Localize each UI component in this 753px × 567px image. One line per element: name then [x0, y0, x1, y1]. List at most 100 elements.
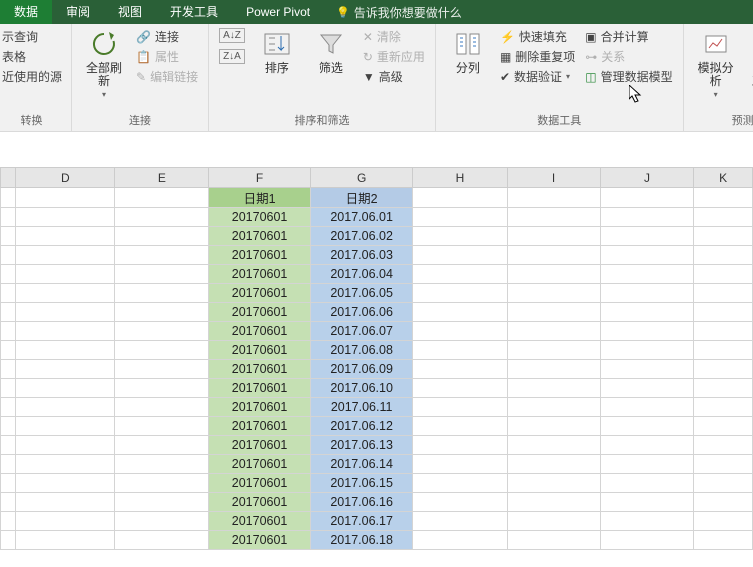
cell-f[interactable]: 20170601 [209, 360, 311, 379]
col-K[interactable]: K [694, 168, 753, 188]
table-row[interactable]: 201706012017.06.15 [1, 474, 753, 493]
validation-icon: ✔ [500, 68, 510, 86]
tell-me[interactable]: 💡 告诉我你想要做什么 [336, 4, 462, 21]
col-I[interactable]: I [507, 168, 600, 188]
table-row[interactable]: 201706012017.06.13 [1, 436, 753, 455]
col-F[interactable]: F [209, 168, 311, 188]
table-row[interactable]: 201706012017.06.17 [1, 512, 753, 531]
split-icon [452, 28, 484, 60]
header-g[interactable]: 日期2 [310, 188, 413, 208]
col-G[interactable]: G [310, 168, 413, 188]
table-row[interactable]: 201706012017.06.08 [1, 341, 753, 360]
cell-f[interactable]: 20170601 [209, 398, 311, 417]
cell-f[interactable]: 20170601 [209, 531, 311, 550]
cell-g[interactable]: 2017.06.07 [310, 322, 413, 341]
cell-g[interactable]: 2017.06.02 [310, 227, 413, 246]
table-row[interactable]: 201706012017.06.07 [1, 322, 753, 341]
table-row[interactable]: 201706012017.06.16 [1, 493, 753, 512]
tab-dev[interactable]: 开发工具 [156, 0, 232, 24]
table-row[interactable]: 201706012017.06.02 [1, 227, 753, 246]
advanced-icon: ▼ [363, 68, 375, 86]
flash-fill-icon: ⚡ [500, 28, 515, 46]
group-connections: 连接 [82, 110, 198, 131]
sort-asc-icon[interactable]: A↓Z [219, 28, 245, 43]
cell-f[interactable]: 20170601 [209, 265, 311, 284]
col-D[interactable]: D [16, 168, 115, 188]
tab-review[interactable]: 审阅 [52, 0, 104, 24]
cell-f[interactable]: 20170601 [209, 436, 311, 455]
sort-desc-icon[interactable]: Z↓A [219, 49, 245, 64]
cell-g[interactable]: 2017.06.14 [310, 455, 413, 474]
table-row[interactable]: 201706012017.06.01 [1, 208, 753, 227]
filter-button[interactable]: 筛选 [309, 28, 353, 75]
table-row[interactable]: 201706012017.06.18 [1, 531, 753, 550]
whatif-button[interactable]: 模拟分析 ▾ [694, 28, 738, 99]
table-row[interactable]: 201706012017.06.11 [1, 398, 753, 417]
cell-g[interactable]: 2017.06.06 [310, 303, 413, 322]
funnel-icon [315, 28, 347, 60]
cell-g[interactable]: 2017.06.10 [310, 379, 413, 398]
cell-g[interactable]: 2017.06.16 [310, 493, 413, 512]
cell-g[interactable]: 2017.06.04 [310, 265, 413, 284]
cell-g[interactable]: 2017.06.15 [310, 474, 413, 493]
recent-sources[interactable]: 近使用的源 [2, 68, 62, 86]
table-row[interactable]: 201706012017.06.14 [1, 455, 753, 474]
cell-g[interactable]: 2017.06.17 [310, 512, 413, 531]
cell-f[interactable]: 20170601 [209, 303, 311, 322]
spreadsheet-grid[interactable]: D E F G H I J K 日期1日期2201706012017.06.01… [0, 167, 753, 550]
cell-g[interactable]: 2017.06.12 [310, 417, 413, 436]
cell-g[interactable]: 2017.06.18 [310, 531, 413, 550]
table-row[interactable]: 201706012017.06.12 [1, 417, 753, 436]
cell-f[interactable]: 20170601 [209, 417, 311, 436]
manage-data-model[interactable]: ◫管理数据模型 [585, 68, 672, 86]
tab-strip: 数据 审阅 视图 开发工具 Power Pivot 💡 告诉我你想要做什么 [0, 0, 753, 24]
table-row[interactable]: 201706012017.06.05 [1, 284, 753, 303]
cell-g[interactable]: 2017.06.03 [310, 246, 413, 265]
connections[interactable]: 🔗连接 [136, 28, 198, 46]
tab-data[interactable]: 数据 [0, 0, 52, 24]
show-queries[interactable]: 示查询 [2, 28, 62, 46]
table-row[interactable]: 201706012017.06.09 [1, 360, 753, 379]
cell-g[interactable]: 2017.06.05 [310, 284, 413, 303]
cell-f[interactable]: 20170601 [209, 284, 311, 303]
refresh-all-button[interactable]: 全部刷新 ▾ [82, 28, 126, 99]
cell-f[interactable]: 20170601 [209, 322, 311, 341]
cell-f[interactable]: 20170601 [209, 474, 311, 493]
cell-g[interactable]: 2017.06.11 [310, 398, 413, 417]
advanced-filter[interactable]: ▼高级 [363, 68, 425, 86]
table-row[interactable]: 201706012017.06.04 [1, 265, 753, 284]
forecast-sheet-button[interactable]: 预测 工作表 [748, 28, 753, 88]
cell-f[interactable]: 20170601 [209, 455, 311, 474]
clear-filter: ✕清除 [363, 28, 425, 46]
cell-f[interactable]: 20170601 [209, 341, 311, 360]
cell-f[interactable]: 20170601 [209, 512, 311, 531]
remove-duplicates[interactable]: ▦删除重复项 [500, 48, 575, 66]
cell-f[interactable]: 20170601 [209, 246, 311, 265]
cell-f[interactable]: 20170601 [209, 493, 311, 512]
col-E[interactable]: E [115, 168, 209, 188]
col-J[interactable]: J [600, 168, 694, 188]
flash-fill[interactable]: ⚡快速填充 [500, 28, 575, 46]
header-f[interactable]: 日期1 [209, 188, 311, 208]
table-row[interactable]: 201706012017.06.06 [1, 303, 753, 322]
cell-f[interactable]: 20170601 [209, 379, 311, 398]
cell-f[interactable]: 20170601 [209, 208, 311, 227]
text-to-columns-button[interactable]: 分列 [446, 28, 490, 75]
table-row[interactable]: 201706012017.06.10 [1, 379, 753, 398]
tab-powerpivot[interactable]: Power Pivot [232, 0, 324, 24]
cell-f[interactable]: 20170601 [209, 227, 311, 246]
cell-g[interactable]: 2017.06.13 [310, 436, 413, 455]
data-validation[interactable]: ✔数据验证 ▾ [500, 68, 575, 86]
tab-view[interactable]: 视图 [104, 0, 156, 24]
table-row[interactable]: 201706012017.06.03 [1, 246, 753, 265]
cell-g[interactable]: 2017.06.09 [310, 360, 413, 379]
group-transform: 转换 [2, 110, 61, 131]
from-table[interactable]: 表格 [2, 48, 62, 66]
chevron-down-icon: ▾ [566, 68, 570, 86]
col-H[interactable]: H [413, 168, 507, 188]
cell-g[interactable]: 2017.06.08 [310, 341, 413, 360]
consolidate[interactable]: ▣合并计算 [585, 28, 672, 46]
column-headers[interactable]: D E F G H I J K [1, 168, 753, 188]
cell-g[interactable]: 2017.06.01 [310, 208, 413, 227]
sort-button[interactable]: 排序 [255, 28, 299, 75]
